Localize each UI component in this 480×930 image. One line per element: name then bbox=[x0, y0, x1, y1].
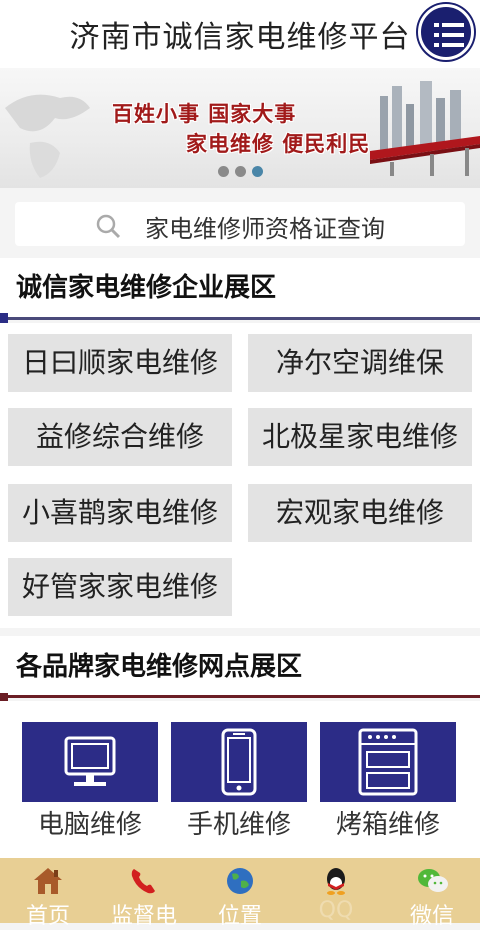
section-accent-mark bbox=[0, 313, 8, 323]
oven-icon bbox=[358, 728, 418, 796]
section-title-brands: 各品牌家电维修网点展区 bbox=[0, 636, 480, 698]
globe-icon bbox=[227, 868, 253, 894]
enterprise-tile[interactable]: 宏观家电维修 bbox=[248, 484, 472, 542]
tab-label: 首页 bbox=[25, 904, 70, 929]
brand-card-oven[interactable]: 烤箱维修 bbox=[320, 722, 456, 846]
tab-label: QQ bbox=[318, 898, 354, 923]
carousel-dot-active[interactable] bbox=[252, 166, 263, 177]
tab-home[interactable]: 首页 bbox=[0, 858, 96, 929]
search-input[interactable]: 家电维修师资格证查询 bbox=[145, 209, 385, 244]
section-title-enterprises: 诚信家电维修企业展区 bbox=[0, 258, 480, 320]
enterprise-tile[interactable]: 好管家家电维修 bbox=[8, 558, 232, 616]
tab-wechat[interactable]: 微信 bbox=[384, 858, 480, 929]
menu-button[interactable] bbox=[418, 4, 474, 60]
certificate-search-bar[interactable]: 家电维修师资格证查询 bbox=[15, 202, 465, 246]
brand-image bbox=[320, 722, 456, 802]
home-icon bbox=[34, 868, 62, 894]
tab-label: 位置 bbox=[217, 904, 262, 929]
city-bridge-graphic bbox=[370, 81, 480, 176]
bottom-tab-bar: 首页 监督电 位置 QQ 微信 bbox=[0, 858, 480, 929]
banner-carousel[interactable]: 百姓小事 国家大事 家电维修 便民利民 bbox=[0, 68, 480, 188]
tab-qq[interactable]: QQ bbox=[288, 858, 384, 923]
tab-label: 微信 bbox=[409, 904, 454, 929]
tab-location[interactable]: 位置 bbox=[192, 858, 288, 929]
page-title: 济南市诚信家电维修平台 bbox=[69, 20, 411, 55]
carousel-dot[interactable] bbox=[218, 166, 229, 177]
tab-hotline[interactable]: 监督电 bbox=[96, 858, 192, 929]
brand-label: 电脑维修 bbox=[37, 810, 142, 840]
enterprise-tile[interactable]: 净尔空调维保 bbox=[248, 334, 472, 392]
brand-image bbox=[22, 722, 158, 802]
qq-icon bbox=[327, 868, 345, 895]
enterprise-tile[interactable]: 益修综合维修 bbox=[8, 408, 232, 466]
phone-call-icon bbox=[131, 869, 155, 894]
brand-label: 手机维修 bbox=[186, 810, 291, 840]
brand-label: 烤箱维修 bbox=[335, 810, 440, 840]
enterprise-tile[interactable]: 小喜鹊家电维修 bbox=[8, 484, 232, 542]
brand-card-phone[interactable]: 手机维修 bbox=[171, 722, 307, 846]
search-icon bbox=[96, 214, 121, 239]
list-menu-icon bbox=[434, 23, 464, 47]
banner-slogan-1: 百姓小事 国家大事 bbox=[112, 102, 297, 126]
enterprise-tile[interactable]: 日曰顺家电维修 bbox=[8, 334, 232, 392]
brand-card-computer[interactable]: 电脑维修 bbox=[22, 722, 158, 846]
monitor-icon bbox=[64, 736, 116, 786]
banner-slogan-2: 家电维修 便民利民 bbox=[186, 132, 371, 156]
phone-icon bbox=[221, 728, 257, 796]
carousel-indicator bbox=[218, 162, 269, 181]
world-map-graphic bbox=[5, 94, 90, 178]
brand-image bbox=[171, 722, 307, 802]
wechat-icon bbox=[418, 869, 448, 892]
tab-label: 监督电 bbox=[110, 904, 177, 929]
carousel-dot[interactable] bbox=[235, 166, 246, 177]
enterprise-tile[interactable]: 北极星家电维修 bbox=[248, 408, 472, 466]
top-header: 济南市诚信家电维修平台 bbox=[0, 0, 480, 68]
